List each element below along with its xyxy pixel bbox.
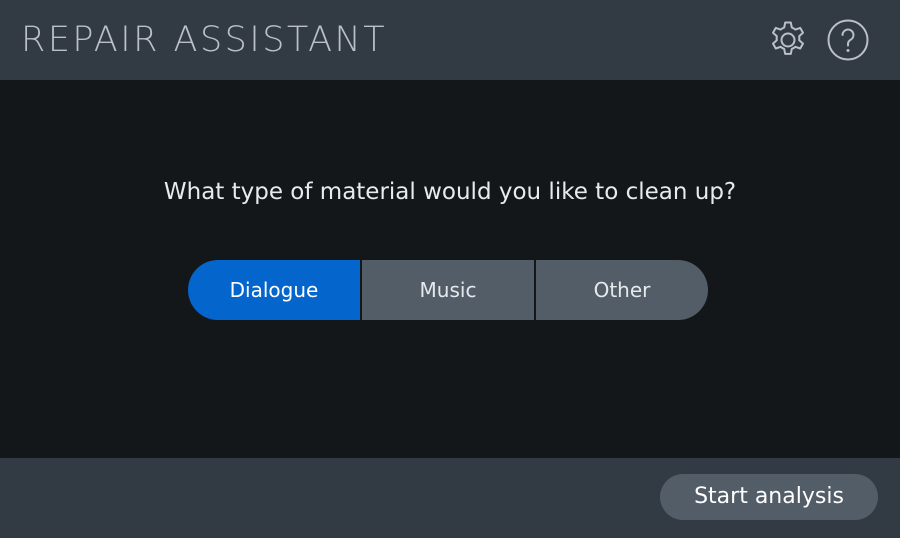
option-dialogue-button[interactable]: Dialogue (188, 260, 360, 320)
option-music-button[interactable]: Music (362, 260, 534, 320)
settings-button[interactable] (767, 19, 809, 61)
repair-assistant-window: REPAIR ASSISTANT What type of material w… (0, 0, 900, 538)
option-other-button[interactable]: Other (536, 260, 708, 320)
question-mark-icon (827, 19, 869, 61)
start-analysis-button[interactable]: Start analysis (660, 474, 878, 520)
material-question: What type of material would you like to … (163, 179, 737, 205)
app-title: REPAIR ASSISTANT (21, 20, 388, 60)
footer-bar: Start analysis (0, 458, 900, 538)
material-type-selector: Dialogue Music Other (188, 260, 708, 320)
help-button[interactable] (827, 19, 869, 61)
header-bar: REPAIR ASSISTANT (0, 0, 900, 80)
gear-icon (772, 21, 804, 55)
